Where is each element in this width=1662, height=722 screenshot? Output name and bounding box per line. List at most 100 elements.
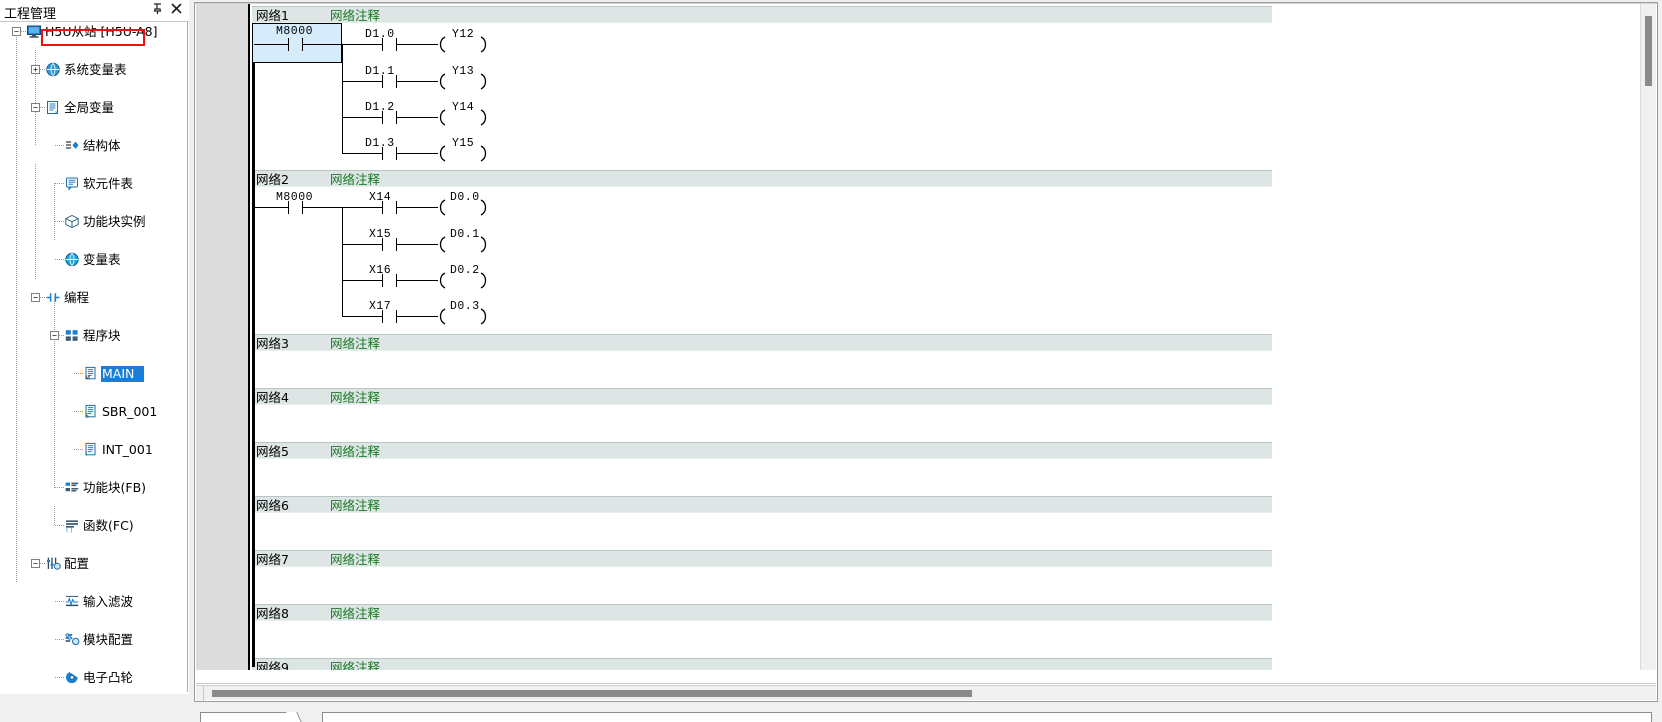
coil-operand-n2-0[interactable]: D0.0: [450, 191, 480, 204]
coil-symbol-n1-1[interactable]: [436, 73, 448, 90]
contact-bar-left: [382, 274, 383, 287]
horizontal-scrollbar-thumb[interactable]: [212, 690, 972, 697]
coil-operand-n2-1[interactable]: D0.1: [450, 228, 480, 241]
network-header-1[interactable]: 网络1 网络注释: [252, 6, 1272, 23]
coil-symbol-n2-2[interactable]: [436, 272, 448, 289]
tree-item-0[interactable]: − H5U从站 [H5U-A8]: [0, 22, 187, 41]
network-comment[interactable]: 网络注释: [330, 389, 380, 406]
tree-item-17[interactable]: 电子凸轮: [0, 345, 187, 685]
contact-operand-n1-0[interactable]: D1.0: [365, 28, 395, 41]
contact-operand-n2-2[interactable]: X16: [369, 264, 391, 277]
bottom-tab-active[interactable]: [200, 712, 292, 722]
tree-item-9[interactable]: M MAIN: [0, 193, 187, 382]
network-label: 网络8: [256, 606, 289, 621]
network-comment[interactable]: 网络注释: [330, 605, 380, 622]
network-header-5[interactable]: 网络5 网络注释: [252, 442, 1272, 459]
tree-item-28[interactable]: 元件使用表: [0, 554, 187, 573]
network-header-3[interactable]: 网络3 网络注释: [252, 334, 1272, 351]
contact-bar-left: [382, 238, 383, 251]
network-header-6[interactable]: 网络6 网络注释: [252, 496, 1272, 513]
network-label: 网络3: [256, 336, 289, 351]
close-icon[interactable]: [169, 3, 184, 18]
vertical-scrollbar[interactable]: [1640, 4, 1656, 670]
contact-operand-n1-2[interactable]: D1.2: [365, 101, 395, 114]
project-tree[interactable]: − H5U从站 [H5U-A8] + 系统变量表 − 全局变量 结构体 软元件表 功能块实例 变量…: [0, 22, 188, 692]
coil-operand-n1-0[interactable]: Y12: [452, 28, 474, 41]
tree-item-21[interactable]: COM0: [0, 421, 187, 440]
rung-wire: [302, 44, 342, 45]
horizontal-scrollbar[interactable]: [196, 685, 1656, 701]
network-header-9[interactable]: 网络9 网络注释: [252, 658, 1272, 670]
tree-item-20[interactable]: EtherCAT: [0, 402, 187, 421]
network-comment[interactable]: 网络注释: [330, 335, 380, 352]
tree-item-14[interactable]: − 配置: [0, 288, 187, 571]
network-comment[interactable]: 网络注释: [330, 497, 380, 514]
network-comment[interactable]: 网络注释: [330, 551, 380, 568]
tree-item-2[interactable]: − 全局变量: [0, 60, 187, 115]
coil-symbol-n1-3[interactable]: [436, 145, 448, 162]
tree-item-8[interactable]: − 程序块: [0, 174, 187, 343]
coil-operand-n1-2[interactable]: Y14: [452, 101, 474, 114]
tree-item-22[interactable]: CAN(CANLink): [0, 440, 187, 459]
rung-wire: [342, 207, 382, 208]
tree-toggle-0[interactable]: −: [12, 27, 21, 36]
coil-symbol-n1-2[interactable]: [436, 109, 448, 126]
module-config-icon: [64, 632, 80, 647]
network-header-4[interactable]: 网络4 网络注释: [252, 388, 1272, 405]
coil-symbol-n2-0[interactable]: [436, 199, 448, 216]
tree-item-12[interactable]: 功能块(FB): [0, 250, 187, 495]
network-header-7[interactable]: 网络7 网络注释: [252, 550, 1272, 567]
bottom-panel-stub[interactable]: [322, 712, 1652, 722]
network-comment[interactable]: 网络注释: [330, 443, 380, 460]
tree-item-10[interactable]: S SBR_001: [0, 212, 187, 420]
tree-item-19[interactable]: 轴组设置: [0, 383, 187, 402]
coil-operand-n1-1[interactable]: Y13: [452, 65, 474, 78]
coil-symbol-n1-0[interactable]: [436, 36, 448, 53]
ladder-left-rail: [196, 4, 250, 670]
network-header-8[interactable]: 网络8 网络注释: [252, 604, 1272, 621]
network-comment[interactable]: 网络注释: [330, 171, 380, 188]
cam-icon: [64, 670, 80, 685]
tree-item-7[interactable]: − 编程: [0, 155, 187, 305]
coil-operand-n1-3[interactable]: Y15: [452, 137, 474, 150]
rung-wire: [254, 44, 288, 45]
tree-item-23[interactable]: 以太网: [0, 459, 187, 478]
tree-item-13[interactable]: ( ) 函数(FC): [0, 269, 187, 534]
ladder-canvas[interactable]: 网络1 网络注释 网络2 网络注释 网络3 网络注释 网络4 网络注释 网络5 网络注释 网络6 网络…: [252, 4, 1599, 670]
tree-item-26[interactable]: MAIN: [0, 516, 187, 535]
contact-operand-n1-1[interactable]: D1.1: [365, 65, 395, 78]
tree-item-18[interactable]: 运动控制轴: [0, 364, 187, 383]
network-comment[interactable]: 网络注释: [330, 659, 380, 670]
network-label: 网络2: [256, 172, 289, 187]
coil-symbol-n2-3[interactable]: [436, 308, 448, 325]
vertical-scrollbar-thumb[interactable]: [1645, 16, 1652, 86]
tree-item-11[interactable]: I INT_001: [0, 231, 187, 458]
tree-item-25[interactable]: −变量监控表: [0, 497, 187, 516]
tree-item-label: H5U从站 [H5U-A8]: [45, 24, 158, 39]
network-header-2[interactable]: 网络2 网络注释: [252, 170, 1272, 187]
coil-symbol-n2-1[interactable]: [436, 236, 448, 253]
tree-item-15[interactable]: 输入滤波: [0, 307, 187, 609]
tree-item-27[interactable]: 交叉引用表: [0, 535, 187, 554]
tree-item-label: 模块配置: [83, 632, 134, 647]
network-comment[interactable]: 网络注释: [330, 7, 380, 24]
tree-item-1[interactable]: + 系统变量表: [0, 41, 187, 77]
tree-item-6[interactable]: 变量表: [0, 136, 187, 267]
contact-operand-n1-3[interactable]: D1.3: [365, 137, 395, 150]
contact-operand-n2-1[interactable]: X15: [369, 228, 391, 241]
contact-operand-n2-0[interactable]: X14: [369, 191, 391, 204]
tree-item-29[interactable]: Trace: [0, 573, 187, 592]
coil-operand-n2-3[interactable]: D0.3: [450, 300, 480, 313]
rung-wire: [254, 207, 288, 208]
pin-icon[interactable]: [150, 3, 165, 18]
tree-item-3[interactable]: 结构体: [0, 79, 187, 153]
trigger-operand-n2[interactable]: M8000: [276, 191, 313, 204]
coil-operand-n2-2[interactable]: D0.2: [450, 264, 480, 277]
contact-operand-n2-3[interactable]: X17: [369, 300, 391, 313]
trigger-operand-n1[interactable]: M8000: [276, 25, 313, 38]
tree-item-16[interactable]: 模块配置: [0, 326, 187, 647]
tree-item-24[interactable]: EtherNet/IP: [0, 478, 187, 497]
rung-wire: [396, 117, 438, 118]
tree-item-5[interactable]: 功能块实例: [0, 117, 187, 229]
tree-item-4[interactable]: 软元件表: [0, 98, 187, 191]
